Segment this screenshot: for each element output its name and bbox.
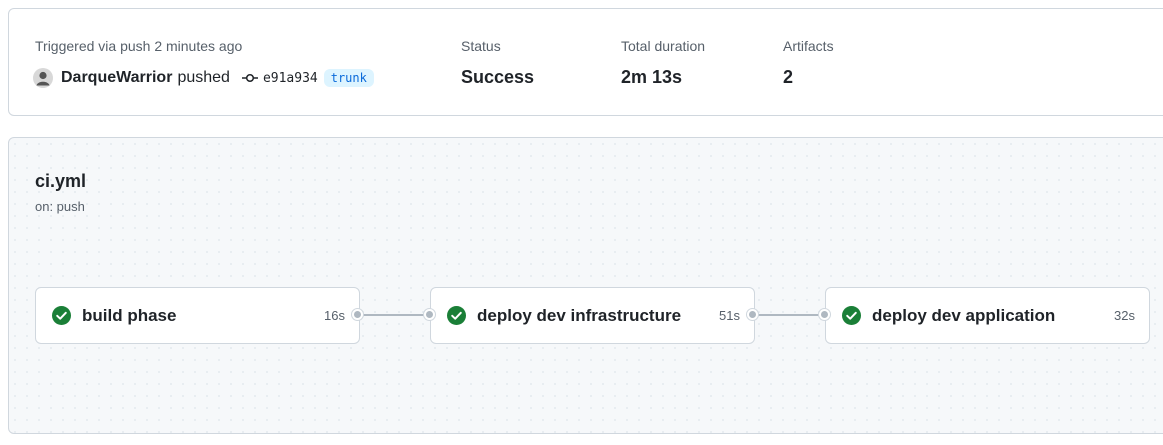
connector-dot	[352, 309, 363, 320]
job-name: deploy dev infrastructure	[477, 305, 682, 325]
job-name: build phase	[82, 305, 177, 325]
commit-sha-link[interactable]: e91a934	[263, 71, 318, 86]
artifacts-label: Artifacts	[783, 38, 834, 54]
job-duration: 32s	[1114, 308, 1135, 323]
job-duration: 51s	[719, 308, 740, 323]
workflow-graph-card: ci.yml on: push build phase 16s deploy d…	[8, 137, 1163, 434]
connector-dot	[747, 309, 758, 320]
workflow-trigger: on: push	[35, 199, 85, 214]
job-duration: 16s	[324, 308, 345, 323]
duration-value: 2m 13s	[621, 67, 683, 87]
run-summary-card: Triggered via push 2 minutes ago DarqueW…	[8, 8, 1163, 116]
push-info: DarqueWarrior pushed e91a934 trunk	[33, 65, 374, 91]
job-deploy-dev-infrastructure[interactable]: deploy dev infrastructure 51s	[430, 287, 755, 344]
git-commit-icon	[241, 70, 258, 86]
connector-dot	[819, 309, 830, 320]
check-circle-icon	[447, 306, 466, 325]
workflow-name: ci.yml	[35, 171, 87, 191]
user-avatar[interactable]	[33, 68, 53, 88]
duration-label: Total duration	[621, 38, 706, 54]
action-text: pushed	[177, 69, 230, 86]
status-label: Status	[461, 38, 501, 54]
job-deploy-dev-application[interactable]: deploy dev application 32s	[825, 287, 1150, 344]
job-connector	[756, 314, 823, 316]
duration-stat: Total duration 2m 13s	[621, 38, 705, 88]
connector-dot	[424, 309, 435, 320]
trigger-text: Triggered via push 2 minutes ago	[35, 38, 243, 54]
job-connector	[361, 314, 428, 316]
branch-badge[interactable]: trunk	[323, 69, 374, 87]
job-name: deploy dev application	[872, 305, 1056, 325]
status-value: Success	[461, 67, 535, 87]
check-circle-icon	[52, 306, 71, 325]
status-stat: Status Success	[461, 38, 534, 88]
job-build-phase[interactable]: build phase 16s	[35, 287, 360, 344]
actor-link[interactable]: DarqueWarrior	[61, 69, 172, 87]
check-circle-icon	[842, 306, 861, 325]
artifacts-stat: Artifacts 2	[783, 38, 834, 88]
artifacts-value[interactable]: 2	[783, 67, 834, 88]
